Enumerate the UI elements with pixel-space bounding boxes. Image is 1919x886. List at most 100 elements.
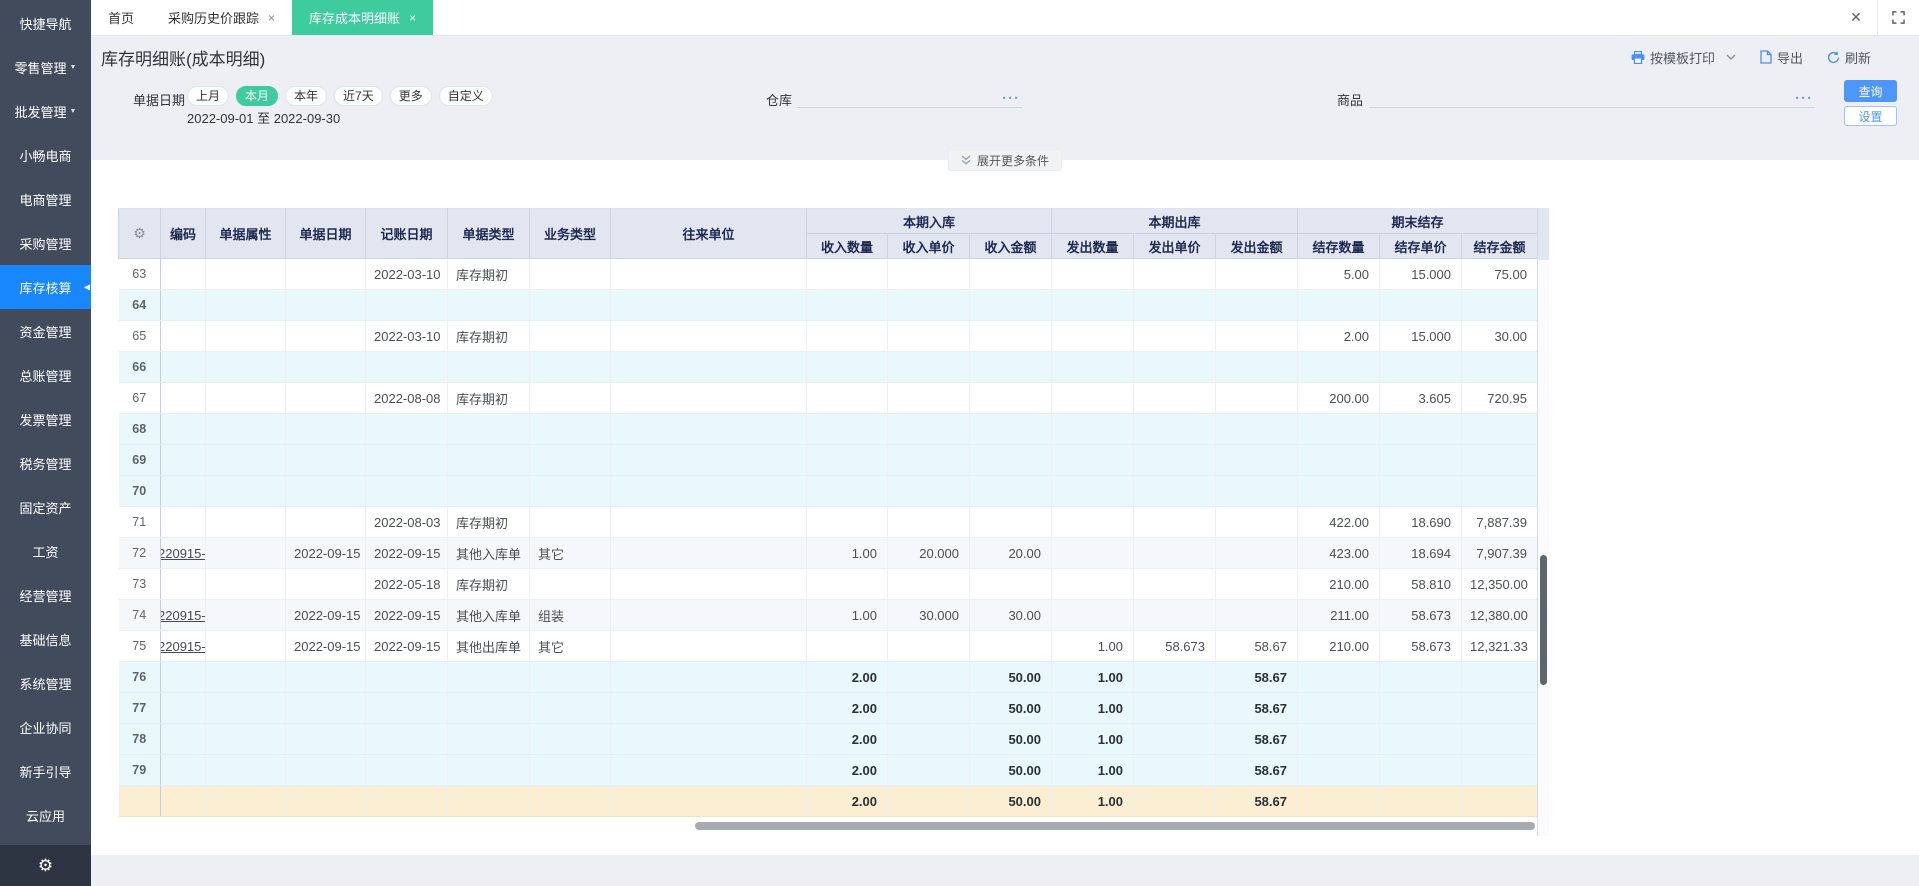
date-pill[interactable]: 本年 (285, 86, 328, 106)
cell-in_amt: 30.00 (969, 599, 1052, 631)
table-row[interactable]: 68 (118, 413, 1538, 445)
col-header-code[interactable]: 编码 (160, 208, 206, 259)
table-row[interactable]: 77 2.00 50.00 1.00 58.67 (118, 692, 1538, 724)
date-pill[interactable]: 本月 (236, 86, 279, 106)
col-header-bal-qty[interactable]: 结存数量 (1297, 233, 1380, 259)
column-settings-icon[interactable]: ⚙ (118, 208, 161, 259)
table-row[interactable]: 65 2022-03-10 库存期初 2.00 15.000 30.00 (118, 320, 1538, 352)
product-input[interactable]: ··· (1369, 84, 1815, 108)
table-row[interactable]: 74220915-02022-09-152022-09-15其他入库单组装1.0… (118, 599, 1538, 631)
col-header-partner[interactable]: 往来单位 (610, 208, 807, 259)
doc-code-link[interactable]: 220915-0 (161, 608, 205, 623)
table-row[interactable]: 78 2.00 50.00 1.00 58.67 (118, 723, 1538, 755)
cell-code (160, 475, 206, 507)
cell-out_price: 58.673 (1133, 630, 1216, 662)
sidebar-item[interactable]: 云应用 (0, 793, 91, 837)
cell-attr (205, 785, 286, 817)
tab-active[interactable]: 库存成本明细账 × (292, 0, 434, 35)
col-header-in-price[interactable]: 收入单价 (887, 233, 970, 259)
refresh-button[interactable]: 刷新 (1827, 48, 1871, 67)
sidebar-item[interactable]: 零售管理 ▼ (0, 45, 91, 89)
product-picker-icon[interactable]: ··· (1795, 91, 1813, 106)
sidebar-item[interactable]: 固定资产 (0, 485, 91, 529)
table-row[interactable]: 73 2022-05-18 库存期初 210.00 58.810 12,350.00 (118, 568, 1538, 600)
col-header-in-amt[interactable]: 收入金额 (969, 233, 1052, 259)
col-header-doc-type[interactable]: 单据类型 (447, 208, 530, 259)
col-header-bal-amt[interactable]: 结存金额 (1461, 233, 1538, 259)
sidebar-item[interactable]: 发票管理 (0, 397, 91, 441)
sidebar-item[interactable]: 电商管理 (0, 177, 91, 221)
table-row[interactable]: 63 2022-03-10 库存期初 5.00 15.000 75.00 (118, 258, 1538, 290)
sidebar-settings-button[interactable]: ⚙ (0, 845, 91, 886)
sidebar-item[interactable]: 批发管理 ▼ (0, 89, 91, 133)
date-pill[interactable]: 自定义 (438, 86, 493, 106)
table-row[interactable]: 70 (118, 475, 1538, 507)
cell-partner (610, 599, 807, 631)
print-by-template-button[interactable]: 按模板打印 (1631, 48, 1736, 67)
sidebar-item[interactable]: 企业协同 (0, 705, 91, 749)
table-row[interactable]: 79 2.00 50.00 1.00 58.67 (118, 754, 1538, 786)
table-row[interactable]: 64 (118, 289, 1538, 321)
tab-item[interactable]: 首页 (91, 0, 151, 35)
close-icon[interactable]: ✕ (1835, 0, 1877, 35)
cell-bal_amt (1461, 289, 1538, 321)
horizontal-scrollbar[interactable] (118, 822, 1537, 830)
doc-code-link[interactable]: 220915-0 (161, 639, 205, 654)
sidebar-item[interactable]: 库存核算 ◀ (0, 265, 91, 309)
sidebar-item[interactable]: 快捷导航 (0, 1, 91, 45)
export-button[interactable]: 导出 (1760, 48, 1803, 67)
date-pill[interactable]: 更多 (389, 86, 432, 106)
sidebar-item[interactable]: 经营管理 (0, 573, 91, 617)
sidebar-item[interactable]: 总账管理 (0, 353, 91, 397)
warehouse-picker-icon[interactable]: ··· (1002, 91, 1020, 106)
cell-doc_type (447, 289, 530, 321)
fullscreen-icon[interactable] (1877, 0, 1919, 35)
col-header-bal-price[interactable]: 结存单价 (1379, 233, 1462, 259)
table-row[interactable]: 76 2.00 50.00 1.00 58.67 (118, 661, 1538, 693)
horizontal-scrollbar-thumb[interactable] (695, 822, 1535, 830)
table-row[interactable]: 71 2022-08-03 库存期初 422.00 18.690 7,887.39 (118, 506, 1538, 538)
tab-item[interactable]: 采购历史价跟踪 × (151, 0, 292, 35)
sidebar-item[interactable]: 小畅电商 (0, 133, 91, 177)
col-header-book-date[interactable]: 记账日期 (365, 208, 448, 259)
expand-more-filters-button[interactable]: 展开更多条件 (947, 149, 1063, 171)
cell-in_qty: 2.00 (806, 661, 888, 693)
col-header-out-amt[interactable]: 发出金额 (1215, 233, 1298, 259)
col-header-out-price[interactable]: 发出单价 (1133, 233, 1216, 259)
tab-close-icon[interactable]: × (409, 11, 416, 25)
table-row[interactable]: 72220915-02022-09-152022-09-15其他入库单其它1.0… (118, 537, 1538, 569)
table-row[interactable]: 2.00 50.00 1.00 58.67 (118, 785, 1538, 817)
date-pill[interactable]: 近7天 (334, 86, 383, 106)
caret-down-icon: ▼ (69, 63, 77, 71)
sidebar-item[interactable]: 税务管理 (0, 441, 91, 485)
col-header-doc-date[interactable]: 单据日期 (285, 208, 366, 259)
col-header-biz-type[interactable]: 业务类型 (529, 208, 611, 259)
cell-book_date: 2022-08-08 (365, 382, 448, 414)
table-row[interactable]: 75220915-02022-09-152022-09-15其他出库单其它1.0… (118, 630, 1538, 662)
sidebar-item[interactable]: 基础信息 (0, 617, 91, 661)
table-row[interactable]: 69 (118, 444, 1538, 476)
date-range-value[interactable]: 2022-09-01 至 2022-09-30 (187, 108, 340, 127)
sidebar-item[interactable]: 资金管理 (0, 309, 91, 353)
window-controls: ✕ (1835, 0, 1919, 35)
query-button[interactable]: 查询 (1844, 80, 1897, 102)
cell-in_amt (969, 382, 1052, 414)
sidebar-item[interactable]: 工资 (0, 529, 91, 573)
warehouse-input[interactable]: ··· (797, 84, 1022, 108)
tab-close-icon[interactable]: × (268, 11, 275, 25)
date-pill[interactable]: 上月 (187, 86, 230, 106)
sidebar-item[interactable]: 新手引导 (0, 749, 91, 793)
table-row[interactable]: 66 (118, 351, 1538, 383)
vertical-scrollbar-thumb[interactable] (1540, 555, 1547, 685)
col-header-doc-attr[interactable]: 单据属性 (205, 208, 286, 259)
sidebar-item[interactable]: 采购管理 (0, 221, 91, 265)
vertical-scrollbar[interactable] (1537, 208, 1549, 836)
settings-button[interactable]: 设置 (1844, 106, 1897, 126)
sidebar-item[interactable]: 系统管理 (0, 661, 91, 705)
cell-out_price (1133, 692, 1216, 724)
col-header-out-qty[interactable]: 发出数量 (1051, 233, 1134, 259)
table-row[interactable]: 67 2022-08-08 库存期初 200.00 3.605 720.95 (118, 382, 1538, 414)
col-header-in-qty[interactable]: 收入数量 (806, 233, 888, 259)
doc-code-link[interactable]: 220915-0 (161, 546, 205, 561)
chevron-down-icon[interactable] (1726, 54, 1736, 60)
